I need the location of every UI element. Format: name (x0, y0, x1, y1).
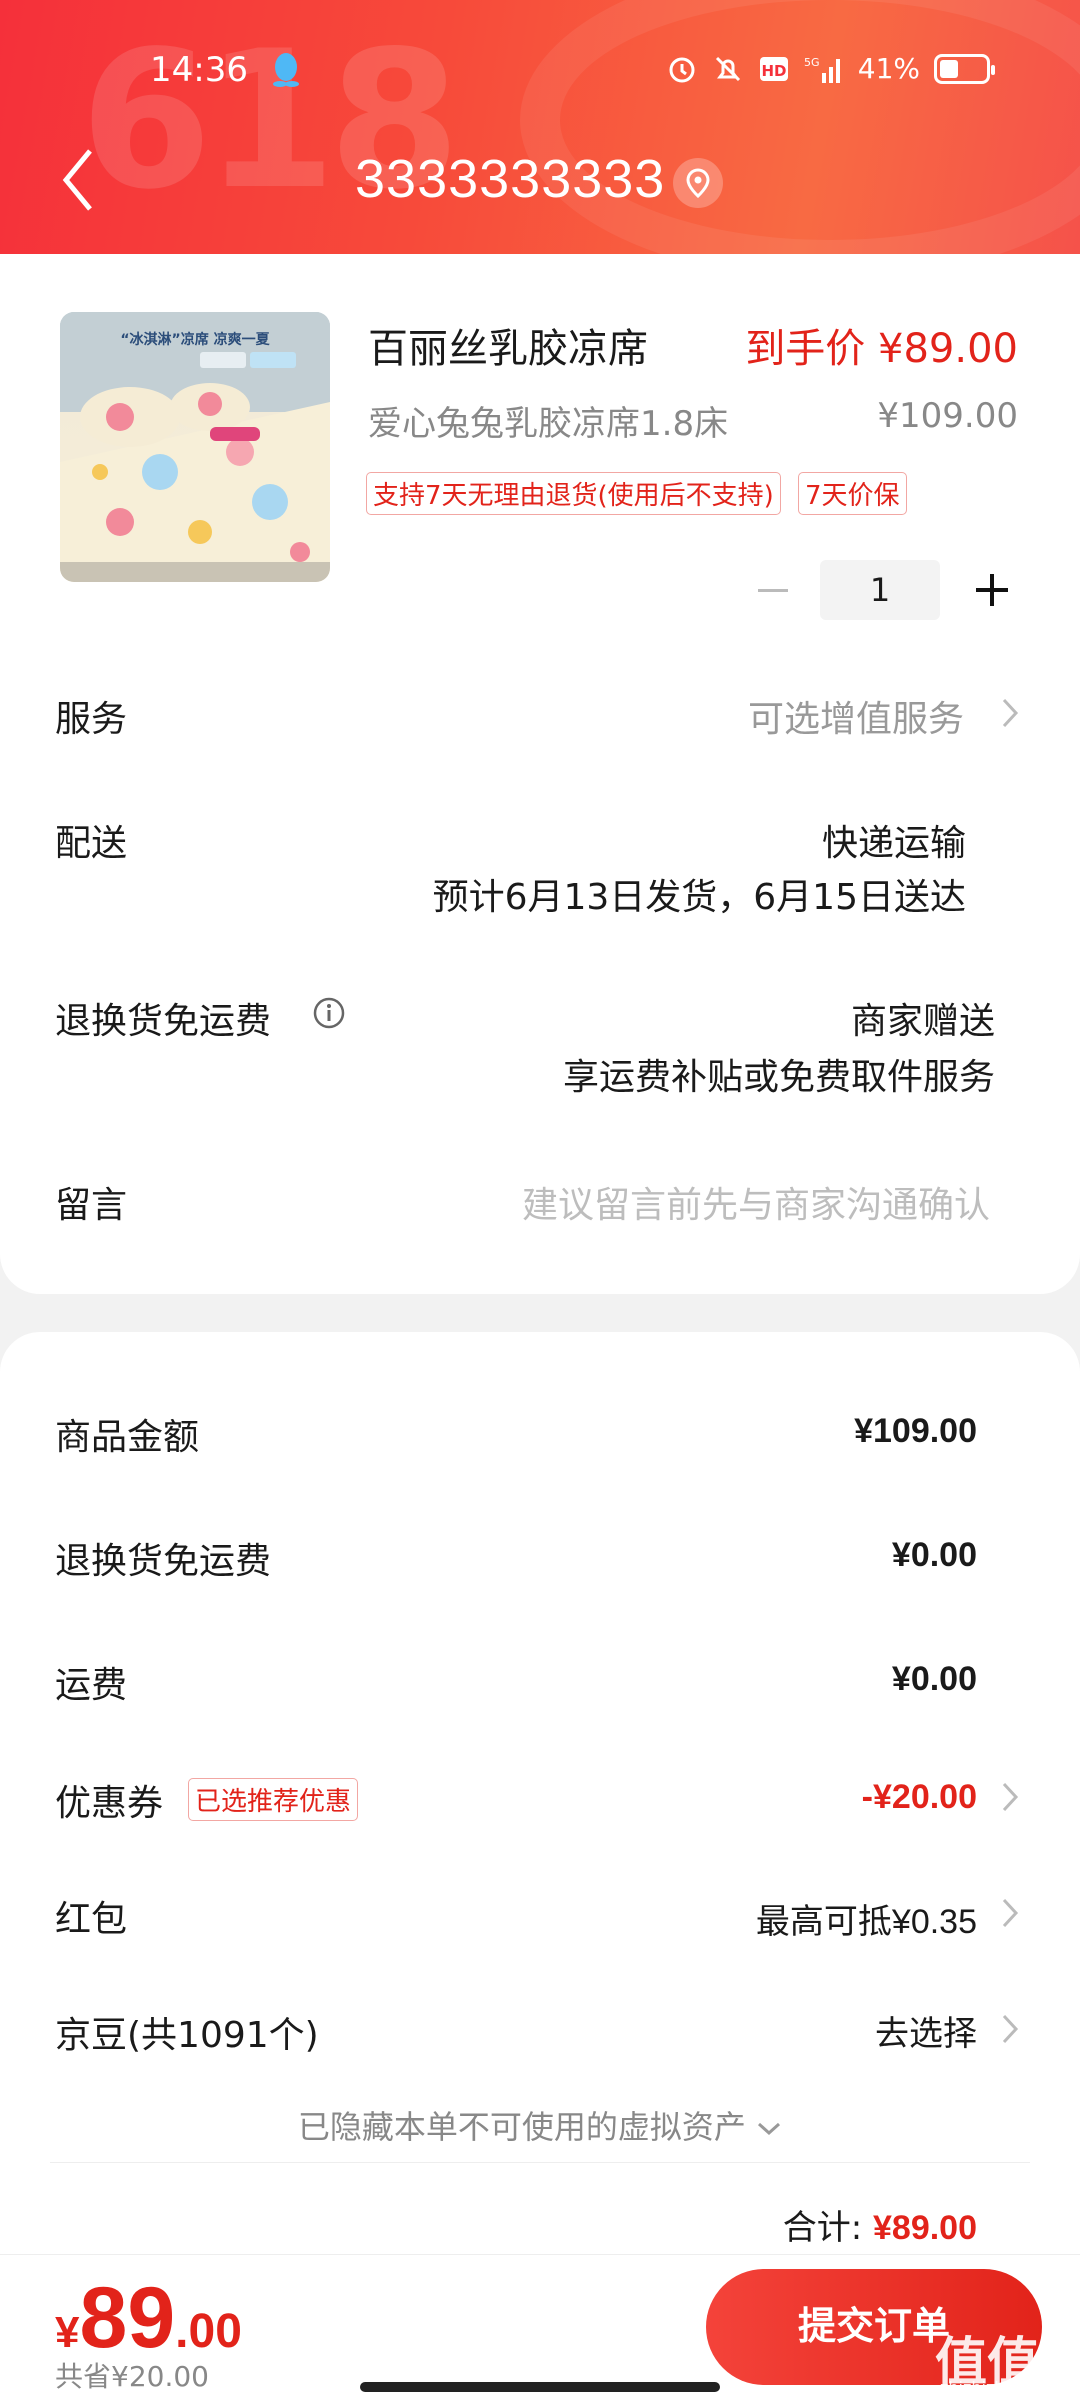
signal-5g-icon: 5G (804, 56, 840, 83)
status-time: 14:36 (150, 50, 248, 90)
quantity-stepper: 1 (740, 560, 1020, 620)
qq-icon (273, 53, 299, 87)
final-price: 到手价 ¥89.00 (745, 326, 1018, 372)
price-protect-tag: 7天价保 (798, 472, 907, 515)
goods-amount-label: 商品金额 (55, 1417, 200, 1458)
back-button[interactable] (58, 145, 98, 215)
product-image[interactable]: “冰淇淋”凉席 凉爽一夏 (60, 312, 330, 582)
return-fee-label: 退换货免运费 (55, 1541, 272, 1582)
original-price: ¥109.00 (877, 396, 1018, 436)
delivery-label: 配送 (55, 823, 128, 864)
status-icons: HD 5G 41% (666, 52, 995, 85)
order-info-card: “冰淇淋”凉席 凉爽一夏 百丽丝乳胶凉席 到手价 ¥89.00 爱心兔兔乳胶凉席… (0, 254, 1080, 1294)
jingdou-value[interactable]: 去选择 (875, 2006, 977, 2055)
pay-amount-decimal: .00 (175, 2305, 242, 2358)
home-indicator[interactable] (360, 2382, 720, 2392)
chevron-down-icon (758, 2122, 781, 2136)
goods-amount-value: ¥109.00 (854, 1412, 977, 1450)
coupon-tag: 已选推荐优惠 (188, 1778, 359, 1821)
coupon-value[interactable]: -¥20.00 (862, 1778, 977, 1817)
mute-bell-icon (715, 56, 740, 81)
watermark-url: zhizhizhi.com (940, 2378, 1049, 2397)
product-name[interactable]: 爱心兔兔乳胶凉席1.8床 (368, 396, 728, 445)
return-shipping-label: 退换货免运费 (55, 1001, 272, 1042)
price-summary-card: 商品金额 ¥109.00 退换货免运费 ¥0.00 运费 ¥0.00 优惠券 已… (0, 1332, 1080, 2254)
service-value[interactable]: 可选增值服务 (748, 690, 964, 742)
chevron-right-icon[interactable] (1000, 1896, 1020, 1930)
jingdou-label: 京豆(共1091个) (55, 2015, 319, 2056)
return-shipping-value: 商家赠送 (850, 1001, 995, 1042)
battery-icon (934, 53, 995, 84)
product-image-banner: “冰淇淋”凉席 凉爽一夏 (120, 331, 270, 348)
status-bar: 14:36 HD 5G 41% (0, 40, 1080, 100)
header: 618 14:36 HD 5G 41% 3333333333 (0, 0, 1080, 254)
pay-currency: ¥ (55, 2308, 80, 2357)
shipping-value: ¥0.00 (891, 1660, 977, 1698)
pay-amount: ¥89.00 (55, 2269, 242, 2368)
decrease-button[interactable] (740, 560, 800, 620)
return-shipping-desc: 享运费补贴或免费取件服务 (562, 1057, 995, 1098)
quantity-input[interactable]: 1 (820, 560, 940, 620)
shipping-label: 运费 (55, 1665, 128, 1706)
return-fee-value: ¥0.00 (891, 1536, 977, 1574)
service-label: 服务 (55, 699, 128, 740)
shop-name[interactable]: 百丽丝乳胶凉席 (368, 316, 648, 374)
message-label: 留言 (55, 1185, 128, 1226)
pay-amount-integer: 89 (79, 2270, 176, 2366)
hd-icon: HD (759, 56, 788, 81)
message-input[interactable]: 建议留言前先与商家沟通确认 (522, 1176, 990, 1228)
chevron-right-icon[interactable] (1000, 1780, 1020, 1814)
chevron-right-icon[interactable] (1000, 2012, 1020, 2046)
divider (50, 2162, 1030, 2163)
increase-button[interactable] (960, 560, 1020, 620)
hidden-assets-toggle[interactable]: 已隐藏本单不可使用的虚拟资产 (0, 2102, 1080, 2148)
network-label: 5G (804, 56, 820, 69)
alarm-icon (669, 57, 695, 82)
coupon-label: 优惠券 (55, 1783, 164, 1824)
hidden-assets-text: 已隐藏本单不可使用的虚拟资产 (297, 2108, 746, 2146)
delivery-eta: 预计6月13日发货，6月15日送达 (432, 877, 966, 918)
total-row: 合计: ¥89.00 (783, 2200, 977, 2249)
address-title[interactable]: 3333333333 (355, 148, 665, 210)
red-packet-label: 红包 (55, 1899, 128, 1940)
svg-text:HD: HD (761, 62, 786, 80)
red-packet-value[interactable]: 最高可抵¥0.35 (756, 1894, 977, 1943)
total-label: 合计: (782, 2208, 863, 2248)
delivery-method[interactable]: 快递运输 (822, 814, 966, 866)
location-icon[interactable] (673, 158, 723, 208)
battery-percent: 41% (857, 52, 920, 85)
chevron-right-icon[interactable] (1000, 696, 1020, 730)
info-icon[interactable] (312, 996, 346, 1030)
header-decoration (520, 0, 1080, 254)
total-value: ¥89.00 (873, 2209, 977, 2247)
bottom-action-bar: ¥89.00 共省¥20.00 提交订单 (0, 2254, 1080, 2400)
return-policy-tag: 支持7天无理由退货(使用后不支持) (366, 472, 781, 515)
saved-amount: 共省¥20.00 (55, 2360, 209, 2393)
